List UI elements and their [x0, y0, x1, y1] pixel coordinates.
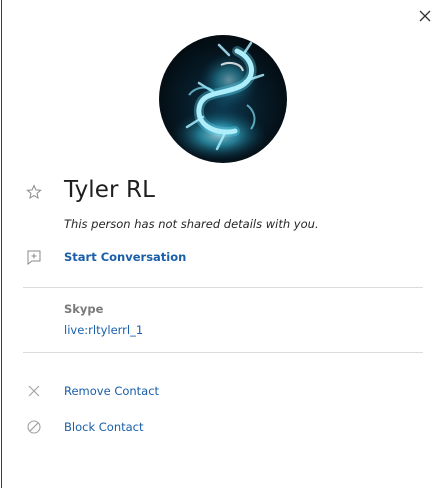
start-conversation-icon-button[interactable] [26, 249, 42, 265]
favorite-button[interactable] [26, 184, 42, 200]
star-outline-icon [26, 184, 42, 200]
block-contact-link[interactable]: Block Contact [64, 420, 144, 434]
remove-contact-icon-button[interactable] [26, 383, 42, 399]
privacy-notice: This person has not shared details with … [64, 217, 319, 231]
skype-section-label: Skype [64, 302, 104, 316]
divider [23, 352, 423, 353]
new-chat-icon [27, 250, 41, 265]
divider [23, 287, 423, 288]
block-contact-icon-button[interactable] [26, 419, 42, 435]
contact-profile-panel: Tyler RL This person has not shared deta… [1, 0, 442, 488]
x-icon [28, 385, 40, 397]
close-button[interactable] [414, 6, 436, 26]
start-conversation-link[interactable]: Start Conversation [64, 250, 186, 264]
remove-contact-link[interactable]: Remove Contact [64, 384, 159, 398]
block-icon [27, 420, 41, 434]
dragon-avatar-image [159, 35, 287, 163]
contact-name: Tyler RL [64, 177, 155, 203]
close-icon [419, 10, 431, 22]
avatar[interactable] [159, 35, 287, 163]
skype-id-link[interactable]: live:rltylerrl_1 [64, 323, 143, 337]
